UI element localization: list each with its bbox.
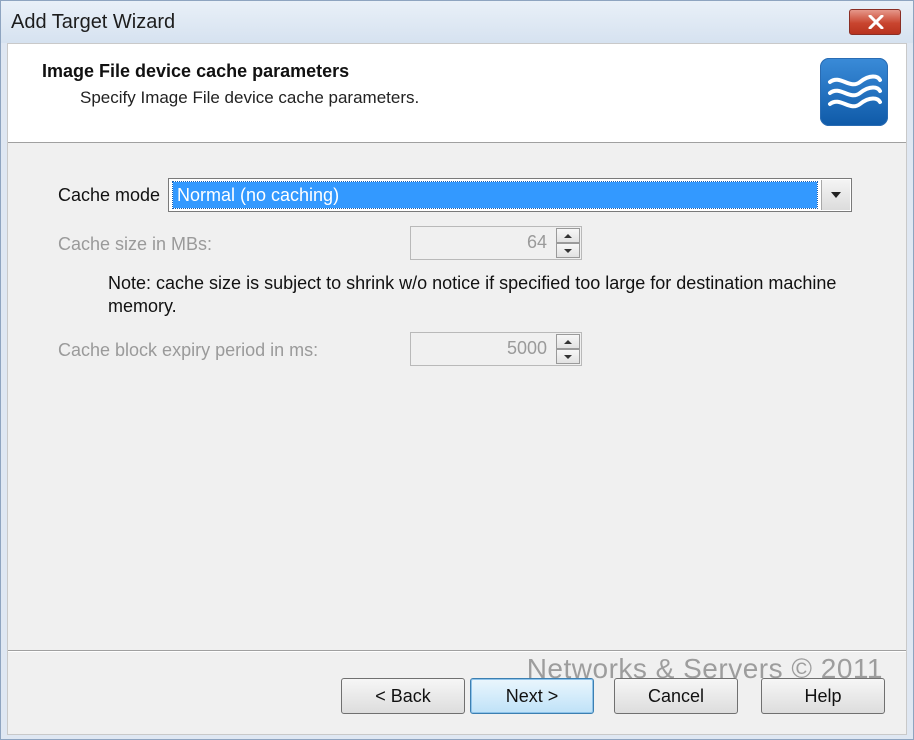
arrow-down-icon [564, 249, 572, 253]
wizard-body: Image File device cache parameters Speci… [7, 43, 907, 735]
cache-size-increment-button[interactable] [556, 228, 580, 243]
cache-size-decrement-button[interactable] [556, 243, 580, 258]
arrow-up-icon [564, 234, 572, 238]
close-button[interactable] [849, 9, 901, 35]
dropdown-button[interactable] [821, 180, 850, 210]
expiry-label: Cache block expiry period in ms: [58, 340, 319, 360]
cache-mode-label: Cache mode [58, 185, 161, 205]
window-title: Add Target Wizard [11, 11, 176, 33]
waves-logo-icon [820, 58, 888, 126]
cache-size-spinner[interactable]: 64 [410, 226, 582, 260]
page-title: Image File device cache parameters [42, 61, 350, 81]
wizard-header: Image File device cache parameters Speci… [8, 44, 906, 143]
expiry-increment-button[interactable] [556, 334, 580, 349]
cache-size-spin-buttons [556, 228, 580, 258]
expiry-spinner[interactable]: 5000 [410, 332, 582, 366]
chevron-down-icon [831, 192, 841, 198]
cache-mode-dropdown[interactable]: Normal (no caching) [168, 178, 852, 212]
title-bar: Add Target Wizard [1, 1, 913, 43]
back-button[interactable]: < Back [341, 678, 465, 714]
cancel-button[interactable]: Cancel [614, 678, 738, 714]
expiry-spin-buttons [556, 334, 580, 364]
arrow-up-icon [564, 340, 572, 344]
cache-mode-value: Normal (no caching) [172, 181, 818, 209]
cache-size-value: 64 [526, 232, 547, 252]
expiry-value: 5000 [506, 338, 547, 358]
page-subtitle: Specify Image File device cache paramete… [80, 88, 420, 107]
next-button[interactable]: Next > [470, 678, 594, 714]
cache-size-note: Note: cache size is subject to shrink w/… [108, 273, 837, 316]
footer-separator [8, 650, 906, 652]
arrow-down-icon [564, 355, 572, 359]
cache-size-label: Cache size in MBs: [58, 234, 213, 254]
wizard-window: Add Target Wizard Image File device cach… [0, 0, 914, 740]
expiry-decrement-button[interactable] [556, 349, 580, 364]
help-button[interactable]: Help [761, 678, 885, 714]
close-icon [868, 15, 884, 29]
